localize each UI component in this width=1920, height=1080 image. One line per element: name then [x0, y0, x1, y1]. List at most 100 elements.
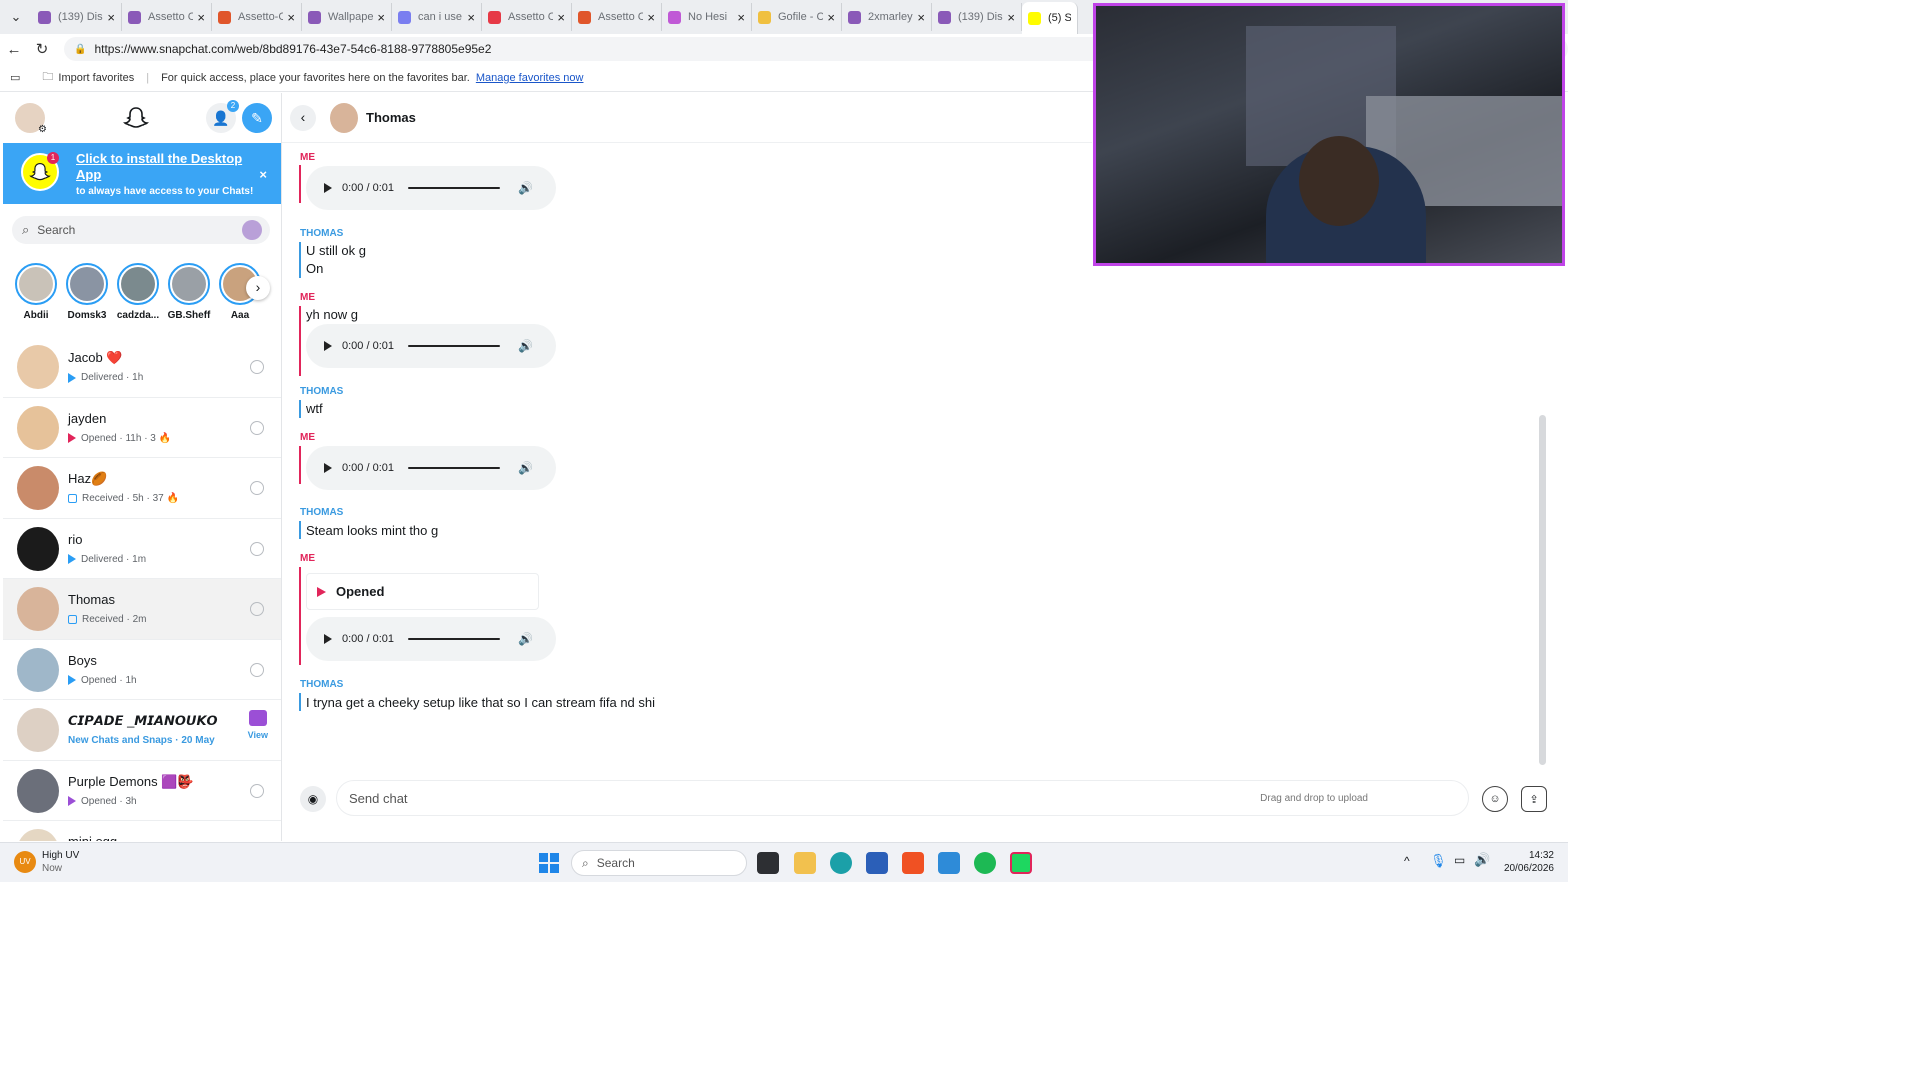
browser-tab[interactable]: Gofile - C × — [752, 3, 842, 31]
browser-tab[interactable]: Assetto C × — [122, 3, 212, 31]
microphone-icon[interactable]: 🎙 — [1430, 853, 1447, 869]
banner-close-icon[interactable]: × — [259, 167, 267, 182]
audio-player[interactable]: 0:00 / 0:01 🔊 — [306, 617, 556, 661]
tab-close-icon[interactable]: × — [107, 10, 115, 25]
story-item[interactable]: cadzda... — [113, 263, 163, 321]
banner-title[interactable]: Click to install the Desktop App — [76, 151, 246, 183]
refresh-icon[interactable]: ↻ — [28, 40, 56, 58]
network-icon[interactable]: ▭ — [1454, 853, 1465, 867]
volume-icon[interactable]: 🔊 — [518, 181, 533, 195]
upload-button[interactable]: ⇪ — [1521, 786, 1547, 812]
file-explorer-icon[interactable] — [794, 852, 816, 874]
audio-player[interactable]: 0:00 / 0:01 🔊 — [306, 166, 556, 210]
chat-list-item[interactable]: Boys Opened · 1h — [3, 640, 281, 700]
contact-name[interactable]: Thomas — [366, 110, 416, 125]
chat-list-item[interactable]: Haz🏉 Received · 5h · 37 🔥 — [3, 458, 281, 519]
snapchat-ghost-icon[interactable] — [121, 103, 151, 133]
chat-list-item[interactable]: Purple Demons 🟪👺 Opened · 3h — [3, 761, 281, 821]
camera-reply-icon[interactable] — [250, 602, 264, 616]
tab-close-icon[interactable]: × — [197, 10, 205, 25]
camera-reply-icon[interactable] — [250, 360, 264, 374]
tab-close-icon[interactable]: × — [827, 10, 835, 25]
tab-close-icon[interactable]: × — [557, 10, 565, 25]
app-window-icon[interactable] — [938, 852, 960, 874]
tab-close-icon[interactable]: × — [1007, 10, 1015, 25]
spotify-icon[interactable] — [974, 852, 996, 874]
contact-avatar[interactable] — [330, 103, 358, 133]
tab-list-dropdown-icon[interactable]: ⌄ — [4, 5, 28, 29]
weather-widget[interactable]: UV High UV Now — [14, 849, 79, 875]
browser-tab[interactable]: No Hesi × — [662, 3, 752, 31]
audio-seek-bar[interactable] — [408, 467, 500, 469]
audio-player[interactable]: 0:00 / 0:01 🔊 — [306, 446, 556, 490]
chat-list-item[interactable]: Jacob ❤️ Delivered · 1h — [3, 337, 281, 398]
browser-tab[interactable]: Assetto C × — [572, 3, 662, 31]
story-item[interactable]: GB.Sheff — [164, 263, 214, 321]
manage-favorites-link[interactable]: Manage favorites now — [476, 72, 584, 84]
browser-tab[interactable]: (139) Disc × — [32, 3, 122, 31]
volume-icon[interactable]: 🔊 — [518, 632, 533, 646]
import-favorites-button[interactable]: 🗀 Import favorites — [42, 68, 134, 87]
new-chat-button[interactable]: ✎ — [242, 103, 272, 133]
audio-seek-bar[interactable] — [408, 638, 500, 640]
camera-reply-icon[interactable] — [250, 541, 264, 556]
camera-reply-icon[interactable] — [250, 783, 264, 798]
tab-close-icon[interactable]: × — [647, 10, 655, 25]
browser-tab[interactable]: (5) Snap — [1022, 2, 1078, 34]
story-item[interactable]: Domsk3 — [62, 263, 112, 321]
audio-seek-bar[interactable] — [408, 345, 500, 347]
tab-close-icon[interactable]: × — [287, 10, 295, 25]
camera-reply-icon[interactable] — [250, 662, 264, 677]
play-icon[interactable] — [324, 634, 332, 644]
tab-close-icon[interactable]: × — [377, 10, 385, 25]
profile-avatar[interactable]: ⚙ — [15, 103, 47, 135]
tray-chevron-icon[interactable]: ^ — [1404, 854, 1410, 868]
taskbar-search[interactable]: ⌕ Search — [571, 850, 747, 876]
chat-search-input[interactable]: ⌕ Search — [12, 216, 270, 244]
audio-seek-bar[interactable] — [408, 187, 500, 189]
stories-next-icon[interactable]: › — [246, 276, 270, 300]
microsoft-store-icon[interactable] — [866, 852, 888, 874]
browser-tab[interactable]: can i use × — [392, 3, 482, 31]
send-chat-input[interactable]: Send chat Drag and drop to upload — [336, 780, 1469, 816]
back-icon[interactable]: ← — [0, 41, 28, 58]
tab-close-icon[interactable]: × — [917, 10, 925, 25]
story-item[interactable]: Abdii — [11, 263, 61, 321]
volume-icon[interactable]: 🔊 — [1474, 852, 1490, 868]
chat-list-item[interactable]: jayden Opened · 11h · 3 🔥 — [3, 398, 281, 458]
brave-browser-icon[interactable] — [902, 852, 924, 874]
browser-tab[interactable]: Wallpape × — [302, 3, 392, 31]
install-desktop-banner[interactable]: 1 Click to install the Desktop App to al… — [3, 143, 281, 204]
play-icon[interactable] — [324, 183, 332, 193]
tab-close-icon[interactable]: × — [467, 10, 475, 25]
add-friend-button[interactable]: 👤 2 — [206, 100, 239, 133]
play-icon[interactable] — [324, 341, 332, 351]
bitmoji-stories-button[interactable] — [242, 220, 262, 240]
camera-button[interactable]: ◉ — [300, 786, 326, 812]
audio-player[interactable]: 0:00 / 0:01 🔊 — [306, 324, 556, 368]
edge-browser-icon[interactable] — [830, 852, 852, 874]
browser-tab[interactable]: Assetto-C × — [212, 3, 302, 31]
start-button[interactable] — [539, 853, 559, 873]
chat-list-item[interactable]: Thomas Received · 2m — [3, 579, 281, 640]
browser-tab[interactable]: 2xmarley × — [842, 3, 932, 31]
camera-reply-icon[interactable] — [250, 420, 264, 435]
back-button[interactable]: ‹ — [290, 105, 316, 131]
chat-list-item[interactable]: rio Delivered · 1m — [3, 519, 281, 579]
task-view-icon[interactable] — [757, 852, 779, 874]
chat-list-item[interactable]: 𝘾𝙄𝙋𝘼𝘿𝙀 _𝙈𝙄𝘼𝙉𝙊𝙐𝙆𝙊 New Chats and Snaps · 20… — [3, 700, 281, 761]
volume-icon[interactable]: 🔊 — [518, 461, 533, 475]
chat-list-item[interactable]: mini egg — [3, 821, 281, 841]
clock[interactable]: 14:32 20/06/2026 — [1498, 849, 1554, 875]
tab-close-icon[interactable]: × — [737, 10, 745, 25]
view-snap-button[interactable]: View — [248, 710, 268, 740]
browser-tab[interactable]: (139) Disc × — [932, 3, 1022, 31]
obs-app-icon[interactable] — [1010, 852, 1032, 874]
sidebar-toggle-icon[interactable]: ▭ — [10, 71, 20, 84]
browser-tab[interactable]: Assetto C × — [482, 3, 572, 31]
emoji-button[interactable]: ☺ — [1482, 786, 1508, 812]
thread-scrollbar[interactable] — [1539, 415, 1546, 765]
play-icon[interactable] — [324, 463, 332, 473]
camera-reply-icon[interactable] — [250, 481, 264, 495]
volume-icon[interactable]: 🔊 — [518, 339, 533, 353]
